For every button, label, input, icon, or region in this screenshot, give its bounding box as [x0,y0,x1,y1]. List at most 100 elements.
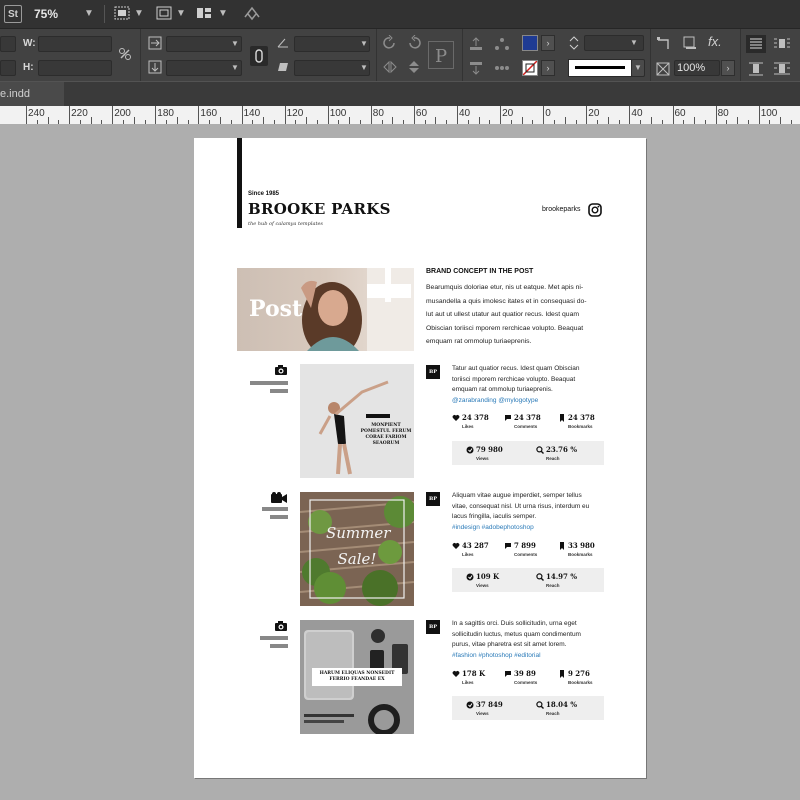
select-next-object-icon[interactable] [494,61,510,75]
publish-online-icon[interactable] [242,5,262,23]
heart-icon [452,670,460,678]
ruler-label: 80 [372,108,384,119]
views-icon [466,573,474,581]
opacity-icon [656,62,670,76]
zoom-dropdown-icon[interactable]: ▼ [84,8,94,19]
rotation-field[interactable] [294,36,370,52]
screen-mode-dropdown-icon[interactable]: ▼ [134,8,144,19]
zoom-level[interactable]: 75% [34,7,58,21]
effects-icon[interactable]: fx. [708,34,722,49]
scale-x-dropdown-icon[interactable]: ▼ [231,39,239,48]
concept-body: Bearumquis doloriae etur, nis ut eatque.… [426,281,606,349]
ruler-tick [500,106,502,124]
document-page[interactable]: Since 1985 BROOKE PARKS the hub of calam… [194,138,646,778]
flip-vertical-icon[interactable] [406,60,422,74]
arrange-dropdown-icon[interactable]: ▼ [218,8,228,19]
header-accent-bar [237,138,242,228]
x-field[interactable] [0,36,16,52]
ruler-label: 160 [200,108,218,119]
comments-count: 24 378 [514,413,541,422]
opacity-menu-button[interactable]: › [721,60,735,76]
ruler-tick [478,117,480,124]
panel-divider [140,29,141,81]
scale-y-icon [148,60,162,74]
fill-swatch-menu-button[interactable]: › [541,35,555,51]
heart-icon [452,542,460,550]
ruler-label: 20 [588,108,600,119]
stroke-weight-dropdown-icon[interactable]: ▼ [630,38,638,47]
ruler-tick [133,117,135,124]
ruler-tick [306,117,308,124]
post-caption: In a sagittis orci. Duis sollicitudin, u… [452,619,612,661]
jump-object-icon[interactable] [772,60,792,78]
ruler-tick [564,117,566,124]
rotate-counterclockwise-icon[interactable] [406,35,422,51]
select-previous-object-icon[interactable] [494,37,510,51]
ruler-label: 120 [286,108,304,119]
ruler-tick [758,106,760,124]
stroke-type-dropdown-button[interactable]: ▼ [631,59,645,77]
align-text-icon[interactable] [746,35,766,53]
flip-horizontal-icon[interactable] [382,60,398,74]
stroke-swatch-menu-button[interactable]: › [541,60,555,76]
document-tab[interactable]: e.indd [0,82,64,106]
wrap-text-icon[interactable] [772,35,792,53]
reference-point-icon[interactable]: P [428,41,454,69]
likes-count: 24 378 [462,413,489,422]
view-options-dropdown-icon[interactable]: ▼ [176,8,186,19]
ruler-tick [47,117,49,124]
comment-icon [504,542,512,550]
y-field[interactable] [0,60,16,76]
ruler-tick [780,117,782,124]
concept-line: emquam rat ommolup turiaeprenis. [426,338,532,345]
ruler-tick [219,117,221,124]
ruler-tick [694,117,696,124]
instagram-icon [588,203,602,217]
brand-tagline: the hub of calamya templates [248,221,323,227]
app-logo: St [4,5,22,23]
rotation-dropdown-icon[interactable]: ▼ [360,39,368,48]
panel-divider [462,29,463,81]
comment-icon [504,670,512,678]
select-content-icon[interactable] [468,61,484,75]
bookmark-icon [558,542,566,550]
comments-count: 39 89 [514,669,536,678]
ruler-tick [176,117,178,124]
stroke-type-select[interactable] [568,59,632,77]
shear-dropdown-icon[interactable]: ▼ [360,63,368,72]
opacity-field[interactable]: 100% [674,60,720,76]
stroke-swatch[interactable] [522,60,538,76]
wrap-around-shape-icon[interactable] [746,60,766,78]
ruler-tick [715,106,717,124]
arrange-documents-icon[interactable] [196,6,212,20]
height-field[interactable] [38,60,112,76]
select-container-icon[interactable] [468,37,484,51]
ruler-label: 220 [71,108,88,119]
reach-value: 14.97 % [546,572,578,581]
likes-count: 43 287 [462,541,489,550]
scale-y-dropdown-icon[interactable]: ▼ [231,63,239,72]
likes-label: Likes [462,680,474,685]
shear-angle-icon [276,61,290,73]
corner-options-icon[interactable] [656,36,672,50]
concept-title: BRAND CONCEPT IN THE POST [426,268,534,275]
comments-count: 7 899 [514,541,536,550]
horizontal-ruler[interactable]: 240 220 200 180 160 140 120 100 80 60 40 20 0 20 40 60 8… [0,106,800,125]
width-field[interactable] [38,36,112,52]
shear-field[interactable] [294,60,370,76]
concept-line: Obiscian toriisci mporem rerchicae volup… [426,324,584,332]
constrain-scale-icon[interactable] [250,46,268,66]
view-options-icon[interactable] [156,6,172,20]
ruler-tick [607,117,609,124]
rotate-clockwise-icon[interactable] [382,35,398,51]
drop-shadow-icon[interactable] [682,36,698,50]
ruler-tick [112,106,114,124]
ruler-label: 100 [760,108,778,119]
stroke-weight-stepper[interactable] [568,35,580,51]
image-caption: Harum eliquas nonsedit ferrio feandae ex [319,671,395,682]
reach-icon [536,573,544,581]
constrain-proportions-icon[interactable] [118,47,134,61]
fill-swatch[interactable] [522,35,538,51]
screen-mode-icon[interactable] [114,6,130,20]
views-icon [466,446,474,454]
